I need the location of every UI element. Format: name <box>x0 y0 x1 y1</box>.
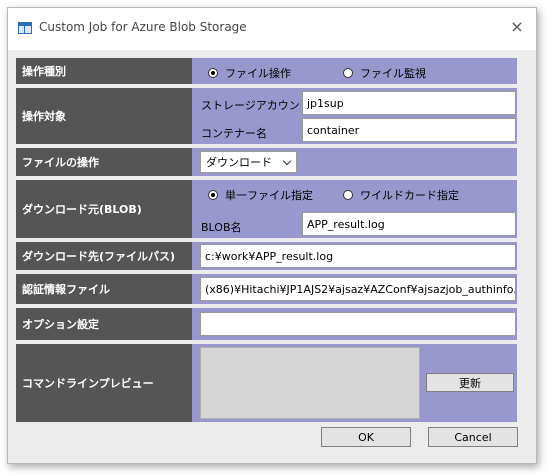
radio-wildcard-label: ワイルドカード指定 <box>360 189 459 202</box>
cancel-button[interactable]: Cancel <box>428 427 518 447</box>
target-label: 操作対象 <box>16 88 192 144</box>
auth-file-input[interactable]: (x86)¥Hitachi¥JP1AJS2¥ajsaz¥AZConf¥ajsaz… <box>200 277 516 301</box>
download-dest-input[interactable]: c:¥work¥APP_result.log <box>200 244 516 268</box>
radio-file-monitor-label: ファイル監視 <box>360 67 426 80</box>
auth-file-label: 認証情報ファイル <box>16 274 192 304</box>
download-dest-label: ダウンロード先(ファイルパス) <box>16 242 192 270</box>
title-bar: Custom Job for Azure Blob Storage × <box>8 8 536 50</box>
options-panel <box>192 308 517 340</box>
container-input[interactable]: container <box>302 118 516 142</box>
operation-type-panel: ファイル操作 ファイル監視 <box>192 58 517 84</box>
options-label: オプション設定 <box>16 308 192 340</box>
command-preview-panel: 更新 <box>192 344 517 422</box>
command-preview-area[interactable] <box>200 347 420 419</box>
radio-single-file-label: 単一ファイル指定 <box>225 189 313 202</box>
radio-unselected-icon <box>343 190 353 200</box>
ok-button[interactable]: OK <box>321 427 411 447</box>
download-source-panel: 単一ファイル指定 ワイルドカード指定 BLOB名 APP_result.log <box>192 180 517 238</box>
close-icon[interactable]: × <box>508 18 526 36</box>
command-preview-label: コマンドラインプレビュー <box>16 344 192 422</box>
file-operation-label: ファイルの操作 <box>16 148 192 176</box>
download-dest-panel: c:¥work¥APP_result.log <box>192 242 517 270</box>
operation-type-label: 操作種別 <box>16 58 192 84</box>
app-window-icon <box>18 22 32 34</box>
blob-name-input[interactable]: APP_result.log <box>302 212 516 236</box>
window-title: Custom Job for Azure Blob Storage <box>39 20 247 34</box>
radio-selected-icon <box>208 68 218 78</box>
radio-file-operation-label: ファイル操作 <box>225 67 291 80</box>
storage-account-input[interactable]: jp1sup <box>302 91 516 115</box>
target-panel: ストレージアカウント名 jp1sup コンテナー名 container <box>192 88 517 144</box>
options-input[interactable] <box>200 312 516 336</box>
radio-file-operation[interactable]: ファイル操作 <box>208 65 291 81</box>
blob-name-label: BLOB名 <box>201 221 242 234</box>
radio-single-file[interactable]: 単一ファイル指定 <box>208 187 313 203</box>
radio-unselected-icon <box>343 68 353 78</box>
update-button[interactable]: 更新 <box>426 373 514 392</box>
file-operation-select[interactable]: ダウンロード <box>200 151 297 173</box>
file-operation-value: ダウンロード <box>206 156 272 169</box>
chevron-down-icon <box>282 156 292 166</box>
container-label: コンテナー名 <box>201 127 267 140</box>
auth-file-panel: (x86)¥Hitachi¥JP1AJS2¥ajsaz¥AZConf¥ajsaz… <box>192 274 517 304</box>
file-operation-panel: ダウンロード <box>192 148 517 176</box>
radio-wildcard[interactable]: ワイルドカード指定 <box>343 187 459 203</box>
download-source-label: ダウンロード元(BLOB) <box>16 180 192 238</box>
radio-selected-icon <box>208 190 218 200</box>
radio-file-monitor[interactable]: ファイル監視 <box>343 65 426 81</box>
